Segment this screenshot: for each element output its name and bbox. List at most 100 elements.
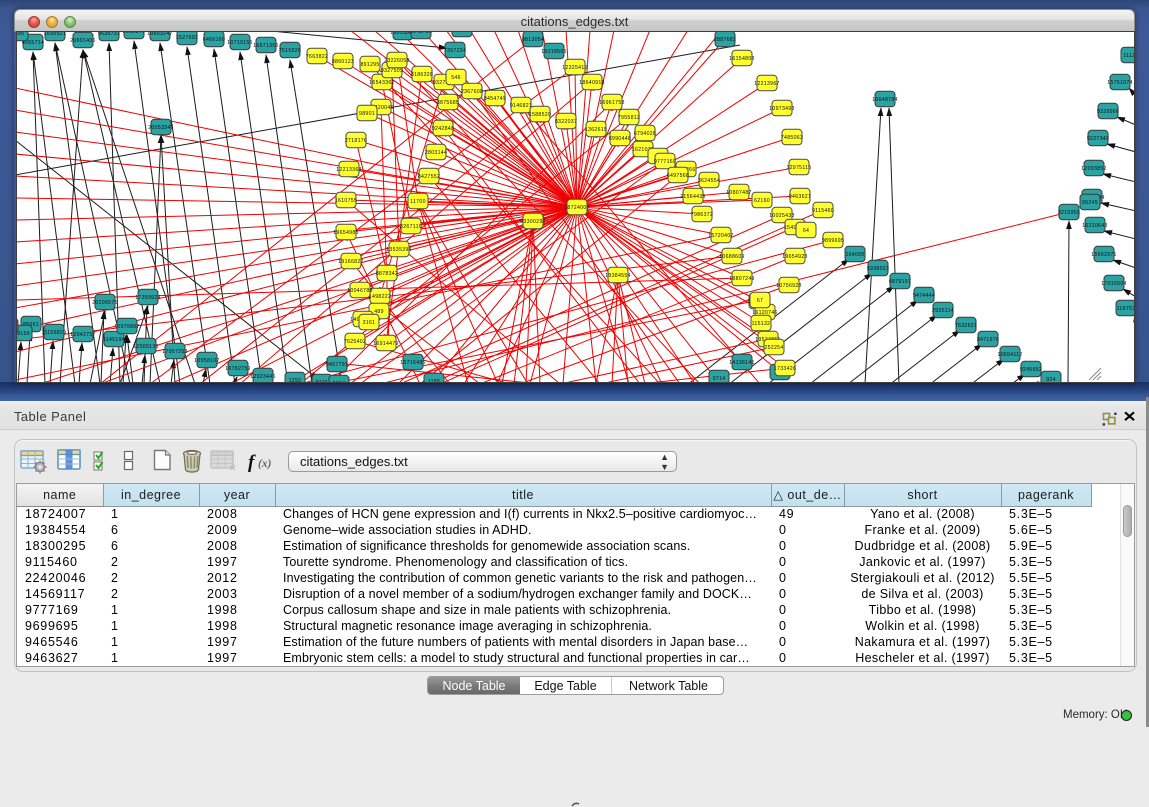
svg-text:1588520: 1588520 [529, 112, 551, 118]
svg-text:15751074: 15751074 [1107, 80, 1132, 86]
svg-text:9327509: 9327509 [381, 68, 403, 74]
svg-text:2803144: 2803144 [425, 150, 447, 156]
svg-text:10654112: 10654112 [997, 352, 1022, 358]
svg-text:9714: 9714 [713, 376, 726, 382]
svg-text:924: 924 [1046, 377, 1056, 382]
svg-text:9777169: 9777169 [654, 159, 676, 165]
svg-text:1195: 1195 [428, 379, 440, 382]
svg-text:9329966: 9329966 [1097, 109, 1119, 115]
svg-text:891295: 891295 [360, 62, 379, 68]
svg-text:16154808: 16154808 [729, 56, 754, 62]
svg-text:1733426: 1733426 [774, 366, 796, 372]
svg-text:9115460: 9115460 [812, 208, 834, 214]
svg-text:11700: 11700 [410, 199, 426, 205]
svg-text:8990448: 8990448 [609, 136, 631, 142]
svg-text:39159: 39159 [17, 331, 30, 337]
svg-text:9131: 9131 [316, 380, 329, 382]
svg-text:17957253: 17957253 [162, 349, 187, 355]
svg-text:18807249: 18807249 [729, 276, 754, 282]
svg-text:2718176: 2718176 [345, 138, 367, 144]
svg-text:9227349: 9227349 [1087, 136, 1109, 142]
svg-text:8454749: 8454749 [484, 96, 506, 102]
svg-text:8471676: 8471676 [977, 337, 999, 343]
svg-text:62160: 62160 [754, 198, 770, 204]
svg-text:3215955: 3215955 [1058, 210, 1080, 216]
svg-text:8427552: 8427552 [418, 174, 440, 180]
svg-text:10025433: 10025433 [769, 213, 794, 219]
svg-text:8860123: 8860123 [332, 59, 354, 65]
svg-text:15716485: 15716485 [400, 360, 425, 366]
svg-text:16914479: 16914479 [373, 341, 398, 347]
svg-text:6466160: 6466160 [203, 37, 225, 43]
svg-text:10973493: 10973493 [769, 106, 794, 112]
svg-text:1145194: 1145194 [103, 337, 125, 343]
svg-text:(x): (x) [258, 458, 272, 470]
svg-text:✕: ✕ [229, 463, 237, 473]
svg-text:3875685: 3875685 [437, 100, 459, 106]
svg-text:10975867: 10975867 [114, 324, 139, 330]
svg-text:12923446: 12923446 [250, 374, 275, 380]
svg-text:9146821: 9146821 [510, 103, 532, 109]
svg-text:7515526: 7515526 [279, 48, 301, 54]
svg-text:95245: 95245 [1082, 200, 1098, 206]
svg-text:14136141: 14136141 [729, 360, 754, 366]
svg-text:20206576: 20206576 [92, 300, 117, 306]
svg-text:1362615: 1362615 [585, 127, 607, 133]
svg-text:8813054: 8813054 [522, 37, 544, 43]
svg-text:2063247: 2063247 [123, 32, 145, 35]
svg-text:19654923: 19654923 [782, 254, 807, 260]
svg-text:16210643: 16210643 [1082, 223, 1107, 229]
svg-text:2935114: 2935114 [932, 308, 954, 314]
svg-text:9635731: 9635731 [98, 32, 120, 37]
svg-text:3267110: 3267110 [400, 224, 422, 230]
svg-text:20053346: 20053346 [148, 125, 173, 131]
svg-text:1695521: 1695521 [44, 32, 66, 37]
svg-text:9899695: 9899695 [822, 238, 844, 244]
svg-text:2887682: 2887682 [714, 37, 736, 43]
svg-text:8878342: 8878342 [376, 271, 398, 277]
svg-text:9474444: 9474444 [913, 293, 935, 299]
svg-text:13535394: 13535394 [386, 247, 411, 253]
svg-text:7485063: 7485063 [781, 135, 803, 141]
svg-text:6497568: 6497568 [667, 173, 689, 179]
svg-text:12975115: 12975115 [786, 165, 811, 171]
svg-text:7357224: 7357224 [444, 48, 466, 54]
svg-text:16648784: 16648784 [872, 97, 897, 103]
svg-text:16543362: 16543362 [369, 80, 394, 86]
svg-text:18724007: 18724007 [564, 205, 589, 211]
svg-text:98901: 98901 [359, 111, 375, 117]
svg-text:7632621: 7632621 [955, 323, 977, 329]
svg-text:18640910: 18640910 [579, 80, 604, 86]
svg-text:9245652: 9245652 [1020, 367, 1042, 373]
svg-text:6879197: 6879197 [889, 279, 911, 285]
svg-text:7955812: 7955812 [618, 115, 640, 121]
svg-text:9463627: 9463627 [789, 194, 811, 200]
svg-text:8322037: 8322037 [555, 119, 577, 125]
svg-text:f: f [248, 452, 256, 473]
svg-text:7663822: 7663822 [306, 54, 328, 60]
svg-text:1527602: 1527602 [176, 35, 198, 41]
svg-text:6794028: 6794028 [634, 131, 656, 137]
svg-text:12325419: 12325419 [562, 65, 587, 71]
svg-text:9457791: 9457791 [326, 362, 348, 368]
svg-text:19218506: 19218506 [541, 49, 566, 55]
svg-text:8186328: 8186328 [411, 72, 433, 78]
svg-text:20691406: 20691406 [70, 38, 95, 44]
svg-text:64: 64 [803, 228, 809, 234]
svg-text:1292: 1292 [289, 378, 302, 382]
svg-text:1695: 1695 [17, 32, 24, 37]
svg-text:8042731: 8042731 [410, 32, 432, 35]
svg-text:15692971: 15692971 [1091, 252, 1116, 258]
svg-text:115132: 115132 [752, 321, 771, 327]
svg-text:23300293: 23300293 [520, 219, 545, 225]
svg-text:7986372: 7986372 [691, 212, 713, 218]
svg-text:116753: 116753 [1117, 306, 1134, 312]
svg-text:19384554: 19384554 [605, 273, 630, 279]
svg-text:67: 67 [757, 298, 763, 304]
svg-text:1610755: 1610755 [335, 198, 357, 204]
svg-text:12942757: 12942757 [70, 332, 95, 338]
svg-text:12505135: 12505135 [133, 344, 158, 350]
svg-text:17359924: 17359924 [135, 295, 160, 301]
svg-text:5938923: 5938923 [867, 266, 889, 272]
svg-text:19654985: 19654985 [333, 230, 358, 236]
